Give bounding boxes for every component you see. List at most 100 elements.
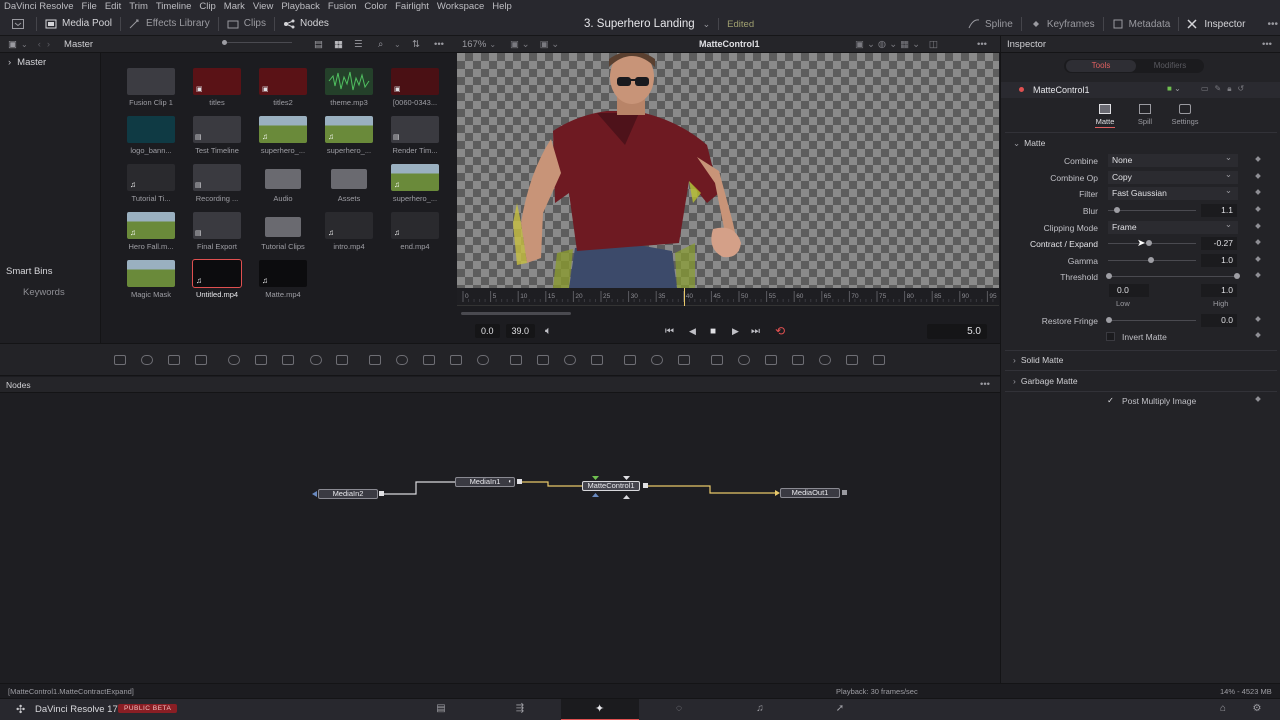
more-options-icon[interactable]: ••• <box>977 39 987 50</box>
playhead[interactable] <box>684 288 685 306</box>
media-clip[interactable]: ▣ titles2 <box>253 68 313 107</box>
media-clip[interactable]: Assets <box>319 164 379 203</box>
keyframe-icon[interactable] <box>1255 272 1261 278</box>
keyframe-icon[interactable] <box>1255 256 1261 262</box>
fusion-tool-icon[interactable] <box>195 355 207 365</box>
threshold-high-value[interactable]: 1.0 <box>1201 284 1237 297</box>
more-options-button[interactable]: ••• <box>1253 12 1280 36</box>
media-clip[interactable]: ▣ [0060-0343... <box>385 68 445 107</box>
step-back-icon[interactable]: ◀︎ <box>689 326 696 337</box>
menu-app[interactable]: DaVinci Resolve <box>0 1 78 12</box>
media-clip[interactable]: ♫ intro.mp4 <box>319 212 379 251</box>
gamma-value[interactable]: 1.0 <box>1201 254 1237 267</box>
forward-icon[interactable]: › <box>47 39 50 50</box>
fusion-tool-icon[interactable] <box>141 355 153 365</box>
keyframe-icon[interactable] <box>1255 156 1261 162</box>
restore-fringe-slider[interactable] <box>1106 317 1196 323</box>
play-icon[interactable]: ▶︎ <box>732 326 739 337</box>
list-view-icon[interactable]: ▤ <box>314 39 323 50</box>
chevron-down-icon[interactable]: ⌄ <box>394 40 401 49</box>
gamma-slider[interactable] <box>1108 257 1196 263</box>
effects-library-button[interactable]: Effects Library <box>121 12 218 36</box>
media-clip[interactable]: ♫ superhero_... <box>253 116 313 155</box>
media-clip[interactable]: Magic Mask <box>121 260 181 299</box>
threshold-low-value[interactable]: 0.0 <box>1109 284 1149 297</box>
display-options-icon[interactable]: ▣ ⌄ <box>540 39 560 50</box>
contract-expand-slider[interactable] <box>1108 240 1196 246</box>
fusion-tool-icon[interactable] <box>537 355 549 365</box>
fusion-tool-icon[interactable] <box>310 355 322 365</box>
settings-gear-icon[interactable]: ⚙ <box>1250 703 1264 715</box>
node-editor[interactable]: MediaIn2 MediaIn1 ◐ MatteControl1 MediaO… <box>0 393 1000 683</box>
node-state-icons[interactable]: ■ ⌄ <box>1167 84 1181 93</box>
keyframe-icon[interactable] <box>1255 332 1261 338</box>
deliver-page-icon[interactable]: ➚ <box>833 703 847 715</box>
metadata-button[interactable]: Metadata <box>1104 12 1179 36</box>
media-clip[interactable]: theme.mp3 <box>319 68 379 107</box>
loop-icon[interactable]: ⟲ <box>775 324 785 338</box>
combine-op-select[interactable]: Copy <box>1108 168 1238 184</box>
keyframe-icon[interactable] <box>1255 396 1261 402</box>
fusion-tool-icon[interactable] <box>450 355 462 365</box>
media-page-icon[interactable]: ▤ <box>434 703 448 715</box>
restore-fringe-value[interactable]: 0.0 <box>1201 314 1237 327</box>
fusion-tool-icon[interactable] <box>255 355 267 365</box>
section-matte[interactable]: ⌄ Matte <box>1013 138 1045 149</box>
view-options-icon[interactable]: ▣ ⌄ <box>510 39 530 50</box>
media-clip[interactable]: ▤ Test Timeline <box>187 116 247 155</box>
media-clip[interactable]: Fusion Clip 1 <box>121 68 181 107</box>
inspector-button[interactable]: Inspector <box>1179 12 1253 36</box>
thumbnail-size-slider[interactable] <box>222 40 292 45</box>
combine-select[interactable]: None <box>1108 151 1238 167</box>
chevron-down-icon[interactable]: ⌄ <box>21 40 28 49</box>
zoom-level[interactable]: 167% <box>462 39 486 50</box>
tab-tools[interactable]: Tools <box>1066 60 1136 72</box>
color-page-icon[interactable]: ◌ <box>672 703 686 715</box>
contract-expand-value[interactable]: -0.27 <box>1201 237 1237 250</box>
media-clip[interactable]: ♫ superhero_... <box>385 164 445 203</box>
menu-clip[interactable]: Clip <box>195 1 219 12</box>
media-clip[interactable]: ▤ Render Tim... <box>385 116 445 155</box>
fusion-tool-icon[interactable] <box>846 355 858 365</box>
keyframe-icon[interactable] <box>1255 316 1261 322</box>
media-clip[interactable]: ▤ Final Export <box>187 212 247 251</box>
sort-icon[interactable]: ⇅ <box>412 39 420 50</box>
back-icon[interactable]: ‹ <box>38 39 41 50</box>
chevron-down-icon[interactable]: ⌄ <box>489 40 496 49</box>
menu-trim[interactable]: Trim <box>125 1 152 12</box>
out-point-field[interactable]: 39.0 <box>505 324 536 338</box>
blur-slider[interactable] <box>1108 207 1196 213</box>
menu-fusion[interactable]: Fusion <box>324 1 361 12</box>
nodes-button[interactable]: Nodes <box>275 12 337 36</box>
clipping-mode-select[interactable]: Frame <box>1108 218 1238 234</box>
project-title-area[interactable]: 3. Superhero Landing ⌄ Edited <box>584 12 754 36</box>
subtab-settings[interactable]: Settings <box>1165 104 1205 126</box>
fusion-tool-icon[interactable] <box>423 355 435 365</box>
fusion-tool-icon[interactable] <box>792 355 804 365</box>
more-options-icon[interactable]: ••• <box>1262 39 1272 50</box>
invert-matte-checkbox[interactable] <box>1106 332 1115 341</box>
fusion-tool-icon[interactable] <box>591 355 603 365</box>
audio-icon[interactable]: 🔈︎ <box>545 325 552 338</box>
menu-fairlight[interactable]: Fairlight <box>391 1 433 12</box>
current-frame-field[interactable]: 5.0 <box>927 323 987 339</box>
fusion-tool-icon[interactable] <box>336 355 348 365</box>
node-mediain2[interactable]: MediaIn2 <box>318 489 378 499</box>
filter-select[interactable]: Fast Gaussian <box>1108 184 1238 200</box>
menu-help[interactable]: Help <box>488 1 516 12</box>
media-clip[interactable]: ♫ end.mp4 <box>385 212 445 251</box>
spline-button[interactable]: Spline <box>960 12 1021 36</box>
media-clip[interactable]: ♫ Hero Fall.m... <box>121 212 181 251</box>
fusion-tool-icon[interactable] <box>765 355 777 365</box>
section-solid-matte[interactable]: › Solid Matte <box>1013 355 1063 365</box>
node-mediain1[interactable]: MediaIn1 ◐ <box>455 477 515 487</box>
keyframe-icon[interactable] <box>1255 206 1261 212</box>
panel-toggle-button[interactable] <box>0 12 36 36</box>
subtab-matte[interactable]: Matte <box>1088 104 1122 128</box>
node-mediaout1[interactable]: MediaOut1 <box>780 488 840 498</box>
menu-playback[interactable]: Playback <box>277 1 324 12</box>
node-mattecontrol1[interactable]: MatteControl1 <box>582 481 640 491</box>
menu-color[interactable]: Color <box>360 1 391 12</box>
tab-modifiers[interactable]: Modifiers <box>1136 60 1204 72</box>
media-pool-button[interactable]: Media Pool <box>37 12 120 36</box>
